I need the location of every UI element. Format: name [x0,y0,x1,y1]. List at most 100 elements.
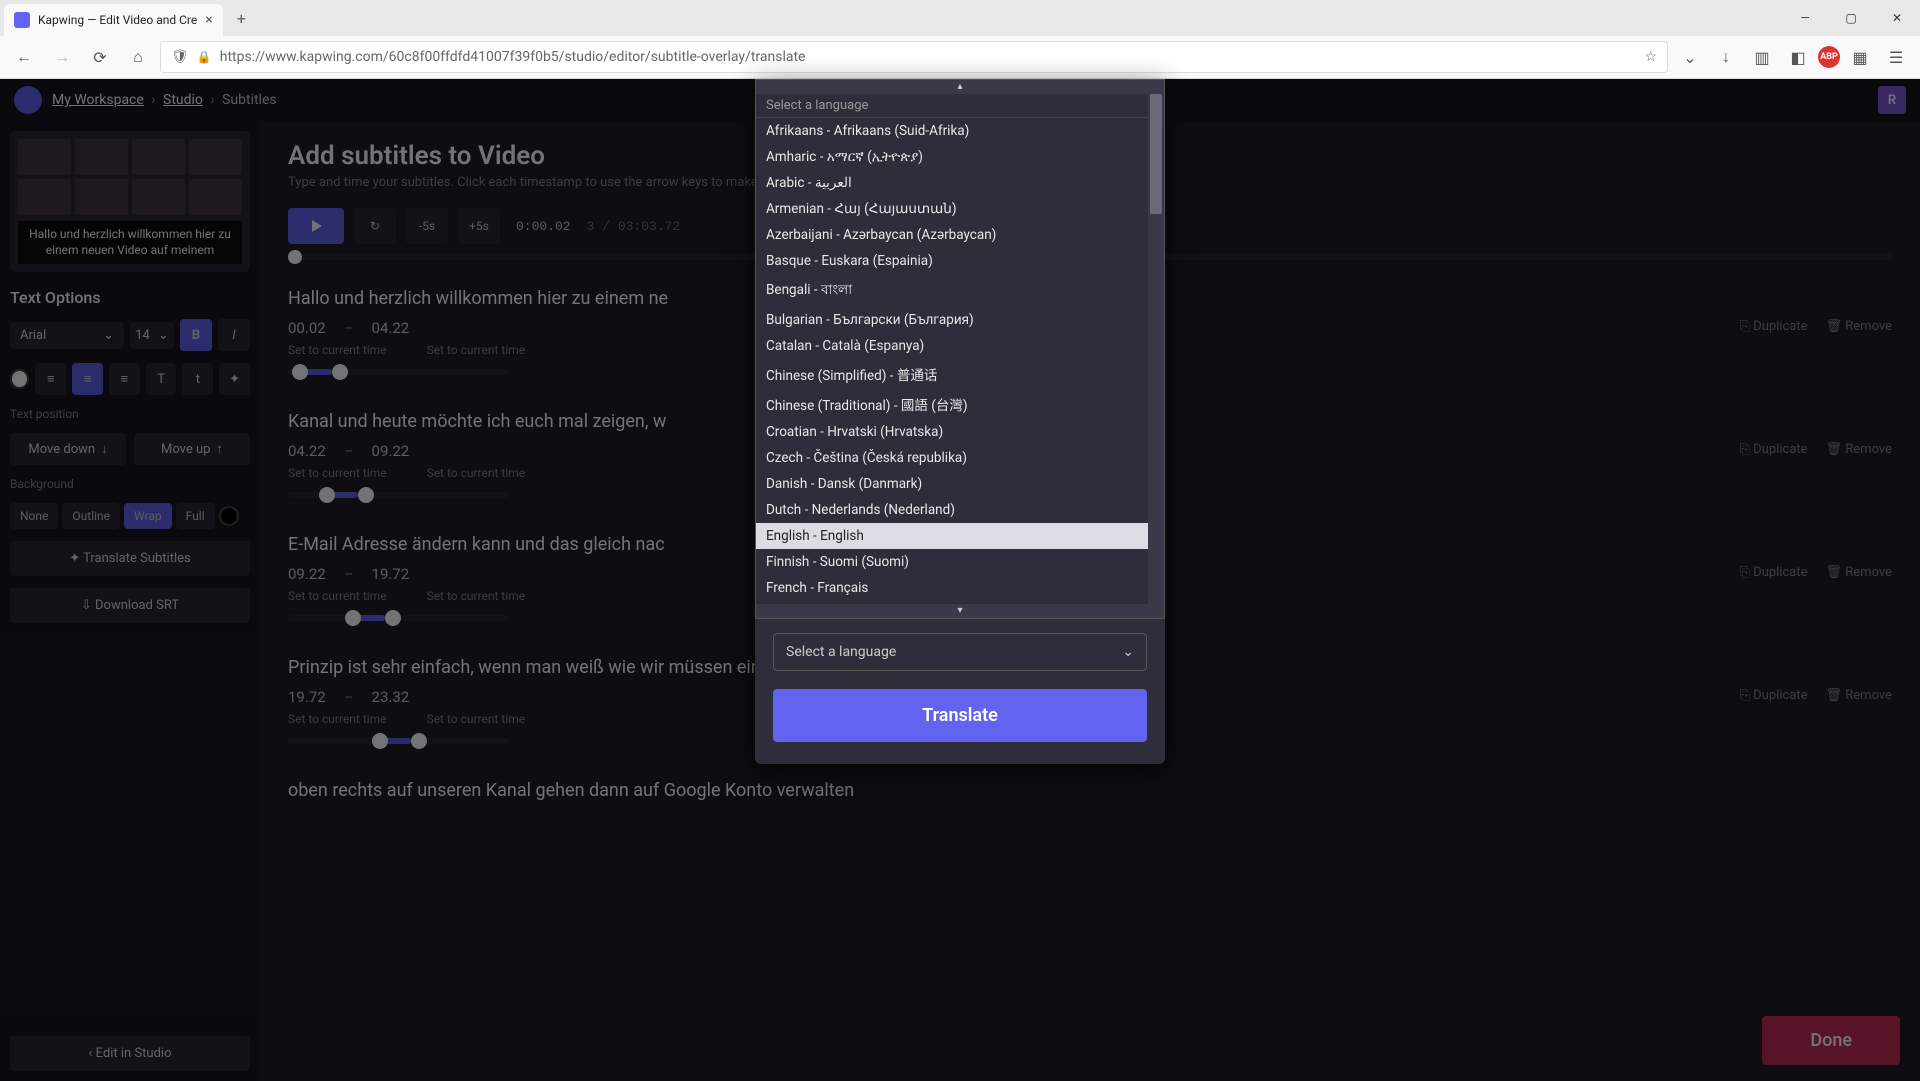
duplicate-button[interactable]: ⎘ Duplicate [1740,319,1808,334]
browser-tab[interactable]: Kapwing — Edit Video and Cre × [4,4,223,36]
download-icon[interactable]: ↓ [1710,41,1742,73]
remove-button[interactable]: 🗑 Remove [1826,688,1892,703]
video-preview[interactable]: Hallo und herzlich willkommen hier zu ei… [10,131,250,272]
end-time[interactable]: 04.22 [372,319,410,337]
end-time[interactable]: 23.32 [372,688,410,706]
target-language-select[interactable]: Select a language ⌄ [773,633,1147,671]
range-slider[interactable] [288,738,508,744]
end-time[interactable]: 19.72 [372,565,410,583]
end-time[interactable]: 09.22 [372,442,410,460]
language-option[interactable]: Danish - Dansk (Danmark) [756,471,1164,497]
bg-color-swatch[interactable] [219,506,239,526]
language-option[interactable]: Amharic - አማርኛ (ኢትዮጵያ) [756,144,1164,170]
language-option[interactable]: Dutch - Nederlands (Nederland) [756,497,1164,523]
back-button[interactable]: ← [8,41,40,73]
start-time[interactable]: 09.22 [288,565,326,583]
uppercase-button[interactable]: T [146,363,177,395]
language-option[interactable]: Croatian - Hrvatski (Hrvatska) [756,419,1164,445]
forward-button[interactable]: → [46,41,78,73]
font-select[interactable]: Arial ⌄ [10,322,124,349]
range-start-knob[interactable] [292,364,308,380]
align-center-button[interactable]: ≡ [72,363,103,395]
set-end-button[interactable]: Set to current time [427,589,526,603]
reload-button[interactable]: ⟳ [84,41,116,73]
font-size-select[interactable]: 14⌄ [130,322,174,349]
duplicate-button[interactable]: ⎘ Duplicate [1740,688,1808,703]
language-option[interactable]: Finnish - Suomi (Suomi) [756,549,1164,575]
language-option[interactable]: Catalan - Català (Espanya) [756,333,1164,359]
menu-icon[interactable]: ☰ [1880,41,1912,73]
timeline-knob[interactable] [288,250,302,264]
move-up-button[interactable]: Move up↑ [134,433,250,465]
translate-subtitles-button[interactable]: ✦ Translate Subtitles [10,541,250,576]
set-end-button[interactable]: Set to current time [427,712,526,726]
start-time[interactable]: 04.22 [288,442,326,460]
italic-button[interactable]: I [218,319,250,351]
library-icon[interactable]: ▥ [1746,41,1778,73]
set-end-button[interactable]: Set to current time [427,466,526,480]
language-option[interactable]: Chinese (Simplified) - 普通话 [756,359,1164,389]
remove-button[interactable]: 🗑 Remove [1826,442,1892,457]
set-start-button[interactable]: Set to current time [288,712,387,726]
range-end-knob[interactable] [385,610,401,626]
start-time[interactable]: 00.02 [288,319,326,337]
home-button[interactable]: ⌂ [122,41,154,73]
maximize-button[interactable]: ▢ [1828,0,1874,36]
close-window-button[interactable]: ✕ [1874,0,1920,36]
url-field[interactable]: 🛡 🔒 https://www.kapwing.com/60c8f00ffdfd… [160,41,1668,73]
subtitle-text[interactable]: oben rechts auf unseren Kanal gehen dann… [288,780,1892,801]
range-slider[interactable] [288,369,508,375]
language-list[interactable]: Afrikaans - Afrikaans (Suid-Afrika)Amhar… [756,118,1164,619]
range-start-knob[interactable] [319,487,335,503]
restart-button[interactable]: ↻ [354,208,396,244]
bg-none-button[interactable]: None [10,503,58,529]
star-icon[interactable]: ☆ [1644,49,1657,65]
lowercase-button[interactable]: t [182,363,213,395]
range-end-knob[interactable] [411,733,427,749]
set-start-button[interactable]: Set to current time [288,343,387,357]
language-option[interactable]: Armenian - Հայ (Հայաստան) [756,196,1164,222]
new-tab-button[interactable]: + [229,5,254,32]
range-start-knob[interactable] [345,610,361,626]
range-slider[interactable] [288,492,508,498]
language-option[interactable]: French - Français [756,575,1164,601]
minimize-button[interactable]: — [1782,0,1828,36]
range-end-knob[interactable] [332,364,348,380]
scrollbar-thumb[interactable] [1150,94,1162,214]
color-swatch[interactable] [10,369,29,389]
bold-button[interactable]: B [180,319,212,351]
bg-wrap-button[interactable]: Wrap [124,503,172,529]
scrollbar[interactable] [1148,80,1164,618]
duplicate-button[interactable]: ⎘ Duplicate [1740,442,1808,457]
start-time[interactable]: 19.72 [288,688,326,706]
language-option[interactable]: Chinese (Traditional) - 國語 (台灣) [756,389,1164,419]
set-end-button[interactable]: Set to current time [427,343,526,357]
sidebar-icon[interactable]: ◧ [1782,41,1814,73]
language-option[interactable]: Bengali - বাংলা [756,274,1164,307]
language-option[interactable]: Bulgarian - Български (България) [756,307,1164,333]
translate-button[interactable]: Translate [773,689,1147,742]
edit-in-studio-button[interactable]: ‹ Edit in Studio [10,1036,250,1071]
app-logo[interactable] [14,86,42,114]
duplicate-button[interactable]: ⎘ Duplicate [1740,565,1808,580]
remove-button[interactable]: 🗑 Remove [1826,319,1892,334]
language-option[interactable]: Afrikaans - Afrikaans (Suid-Afrika) [756,118,1164,144]
language-option[interactable]: Basque - Euskara (Espainia) [756,248,1164,274]
align-right-button[interactable]: ≡ [109,363,140,395]
language-option[interactable]: Czech - Čeština (Česká republika) [756,445,1164,471]
bg-full-button[interactable]: Full [176,503,215,529]
animation-button[interactable]: ✦ [219,363,250,395]
pocket-icon[interactable]: ⌄ [1674,41,1706,73]
language-option[interactable]: English - English [756,523,1164,549]
minus-5s-button[interactable]: -5s [406,208,448,244]
extension-icon[interactable]: ▦ [1844,41,1876,73]
language-option[interactable]: Arabic - العربية [756,170,1164,196]
remove-button[interactable]: 🗑 Remove [1826,565,1892,580]
scroll-up-arrow[interactable]: ▴ [756,80,1164,94]
avatar[interactable]: R [1878,86,1906,114]
tab-close-icon[interactable]: × [205,12,212,28]
range-slider[interactable] [288,615,508,621]
download-srt-button[interactable]: ⇩ Download SRT [10,588,250,623]
scroll-down-arrow[interactable]: ▾ [756,604,1164,618]
set-start-button[interactable]: Set to current time [288,466,387,480]
